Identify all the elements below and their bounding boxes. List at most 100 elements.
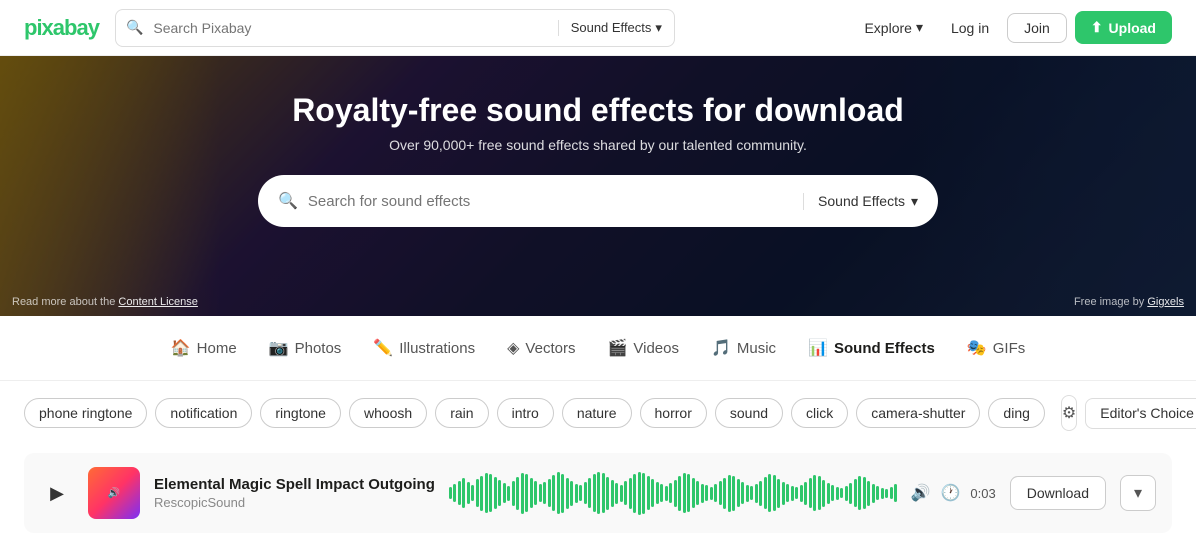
home-icon: 🏠 — [171, 338, 191, 358]
waveform-bar — [633, 474, 636, 513]
waveform-bar — [773, 475, 776, 511]
gifs-icon: 🎭 — [967, 338, 987, 358]
hero-license-text: Read more about the Content License — [12, 296, 198, 308]
filter-settings-button[interactable]: ⚙ — [1061, 395, 1077, 431]
hero-search-type-dropdown[interactable]: Sound Effects ▾ — [803, 193, 918, 210]
waveform-bar — [840, 488, 843, 498]
tab-label-music: Music — [737, 340, 776, 357]
sound-title: Elemental Magic Spell Impact Outgoing — [154, 476, 435, 493]
tag-phone-ringtone[interactable]: phone ringtone — [24, 398, 147, 428]
tab-videos[interactable]: 🎬 Videos — [593, 330, 693, 366]
waveform-bar — [692, 478, 695, 508]
waveform-bar — [894, 484, 896, 502]
waveform-bar — [705, 485, 708, 501]
waveform-bar — [759, 481, 762, 506]
waveform-bar — [701, 484, 704, 503]
play-button[interactable]: ▶ — [40, 476, 74, 510]
hero-content: Royalty-free sound effects for download … — [0, 56, 1196, 227]
waveform-bar — [651, 479, 654, 507]
waveform-bar — [669, 483, 672, 503]
search-icon: 🔍 — [278, 191, 298, 211]
waveform-bar — [777, 479, 780, 508]
waveform-bar — [588, 478, 591, 508]
chevron-down-icon: ▾ — [911, 193, 918, 210]
tab-vectors[interactable]: ◈ Vectors — [493, 330, 589, 366]
tag-sound[interactable]: sound — [715, 398, 783, 428]
tab-label-illustrations: Illustrations — [399, 340, 475, 357]
waveform-bar — [534, 481, 537, 505]
waveform-bar — [620, 485, 623, 502]
waveform-bar — [858, 476, 861, 510]
explore-label: Explore — [864, 20, 911, 36]
tab-sound-effects[interactable]: 📊 Sound Effects — [794, 330, 949, 366]
waveform-bar — [827, 483, 830, 504]
waveform-bar — [890, 487, 893, 499]
sound-thumb-label: 🔊 — [108, 488, 120, 499]
waveform-bar — [521, 473, 524, 514]
search-input[interactable] — [153, 20, 557, 36]
waveform-bar — [548, 479, 551, 507]
tag-ding[interactable]: ding — [988, 398, 1044, 428]
waveform-bar — [732, 476, 735, 511]
login-button[interactable]: Log in — [941, 14, 999, 42]
hero-search-input[interactable] — [308, 193, 793, 210]
explore-button[interactable]: Explore ▾ — [854, 13, 933, 42]
waveform-bar — [566, 478, 569, 509]
tag-ringtone[interactable]: ringtone — [260, 398, 341, 428]
waveform-bar — [476, 479, 479, 507]
waveform-bar — [719, 481, 722, 505]
more-options-button[interactable]: ▾ — [1120, 475, 1156, 511]
sort-dropdown[interactable]: Editor's Choice▾ — [1085, 398, 1196, 429]
search-icon: 🔍 — [116, 19, 153, 36]
videos-icon: 🎬 — [607, 338, 627, 358]
tag-click[interactable]: click — [791, 398, 848, 428]
tag-camera-shutter[interactable]: camera-shutter — [856, 398, 980, 428]
photos-icon: 📷 — [269, 338, 289, 358]
waveform[interactable] — [449, 471, 897, 515]
waveform-bar — [800, 485, 803, 502]
tab-photos[interactable]: 📷 Photos — [255, 330, 356, 366]
waveform-bar — [597, 472, 600, 514]
waveform-bar — [656, 482, 659, 504]
tab-gifs[interactable]: 🎭 GIFs — [953, 330, 1039, 366]
waveform-bar — [543, 482, 546, 504]
header-search-type-dropdown[interactable]: Sound Effects ▾ — [558, 20, 674, 36]
waveform-bar — [629, 478, 632, 509]
waveform-bar — [494, 477, 497, 509]
tag-intro[interactable]: intro — [497, 398, 554, 428]
waveform-bar — [768, 474, 771, 512]
waveform-bar — [687, 474, 690, 512]
waveform-bar — [660, 484, 663, 502]
waveform-bar — [467, 482, 470, 504]
tag-nature[interactable]: nature — [562, 398, 632, 428]
login-label: Log in — [951, 20, 989, 36]
download-button[interactable]: Download — [1010, 476, 1106, 510]
waveform-bar — [863, 477, 866, 509]
tab-music[interactable]: 🎵 Music — [697, 330, 790, 366]
waveform-bar — [570, 481, 573, 506]
waveform-bar — [822, 480, 825, 507]
sound-author: RescopicSound — [154, 495, 435, 510]
tag-notification[interactable]: notification — [155, 398, 252, 428]
tag-rain[interactable]: rain — [435, 398, 488, 428]
tab-home[interactable]: 🏠 Home — [157, 330, 251, 366]
gigxels-link[interactable]: Gigxels — [1147, 296, 1184, 308]
waveform-bar — [809, 478, 812, 508]
logo[interactable]: pixabay — [24, 15, 99, 41]
waveform-bar — [638, 472, 641, 515]
waveform-bar — [867, 481, 870, 506]
clock-icon: 🕐 — [941, 483, 961, 503]
upload-button[interactable]: ⬆ Upload — [1075, 11, 1172, 44]
waveform-bar — [683, 473, 686, 513]
waveform-bar — [674, 480, 677, 507]
tag-horror[interactable]: horror — [640, 398, 707, 428]
waveform-bar — [737, 479, 740, 507]
waveform-bar — [584, 482, 587, 504]
waveform-bar — [885, 489, 888, 498]
waveform-bar — [516, 477, 519, 510]
join-button[interactable]: Join — [1007, 13, 1067, 43]
tag-whoosh[interactable]: whoosh — [349, 398, 427, 428]
tab-illustrations[interactable]: ✏️ Illustrations — [359, 330, 489, 366]
content-license-link[interactable]: Content License — [118, 296, 198, 308]
music-icon: 🎵 — [711, 338, 731, 358]
